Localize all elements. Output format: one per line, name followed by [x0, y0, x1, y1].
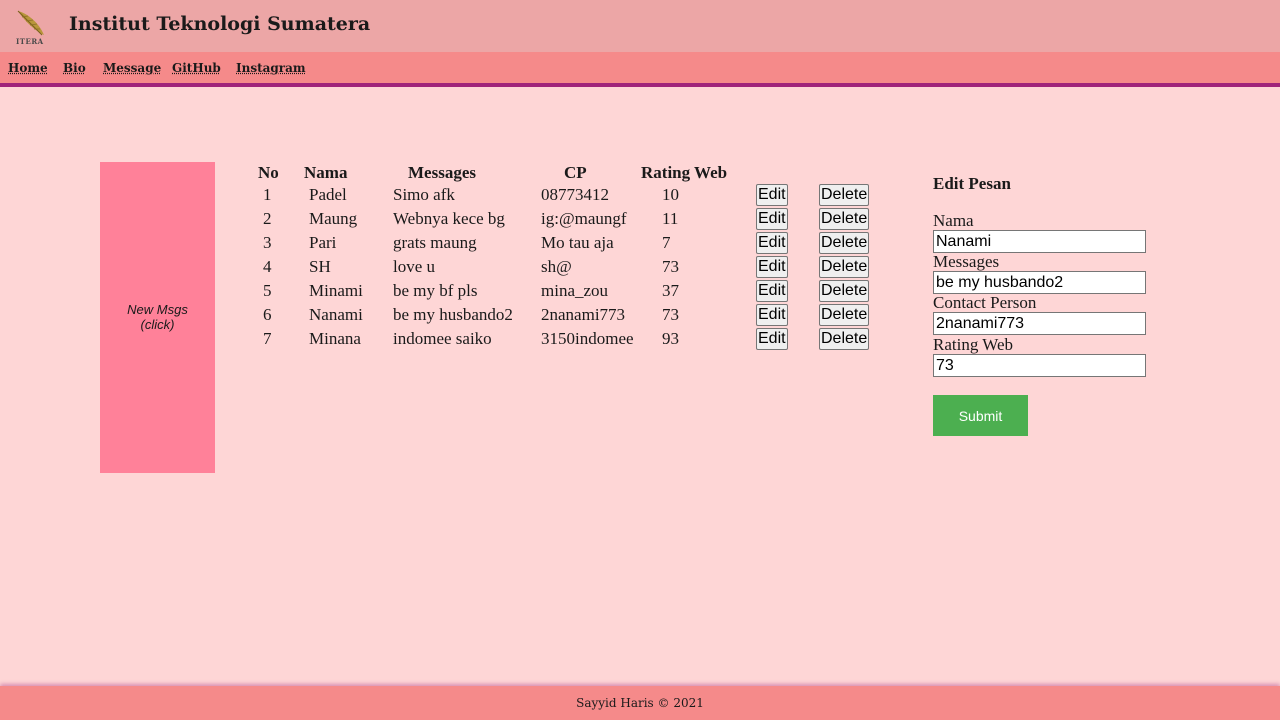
edit-button[interactable]: Edit [756, 184, 788, 206]
edit-button[interactable]: Edit [756, 208, 788, 230]
cell-nama: Pari [309, 233, 337, 252]
cell-no: 6 [263, 305, 272, 324]
nama-input[interactable] [933, 230, 1146, 253]
cell-cp: 3150indomee [541, 329, 634, 348]
cell-rating: 10 [662, 185, 679, 204]
delete-button[interactable]: Delete [819, 328, 870, 350]
nav-message[interactable]: Message [103, 61, 161, 75]
cell-message: love u [393, 257, 436, 276]
new-msgs-line1: New Msgs [127, 302, 188, 317]
cell-no: 5 [263, 281, 272, 300]
cell-rating: 7 [662, 233, 671, 252]
header-nama: Nama [304, 163, 348, 182]
form-title: Edit Pesan [933, 174, 1011, 193]
site-header: ITERA Institut Teknologi Sumatera [0, 0, 1280, 52]
cell-no: 1 [263, 185, 272, 204]
cell-rating: 93 [662, 329, 679, 348]
cell-cp: 2nanami773 [541, 305, 626, 324]
cell-cp: Mo tau aja [541, 233, 614, 252]
header-messages: Messages [408, 163, 476, 182]
new-msgs-line2: (click) [140, 317, 175, 332]
cell-nama: Padel [309, 185, 347, 204]
delete-button[interactable]: Delete [819, 184, 870, 206]
delete-button[interactable]: Delete [819, 256, 870, 278]
feather-icon [17, 10, 44, 36]
nav-home[interactable]: Home [8, 61, 48, 75]
cell-nama: Maung [309, 209, 358, 228]
site-title: Institut Teknologi Sumatera [69, 13, 371, 35]
delete-button[interactable]: Delete [819, 208, 870, 230]
cp-label: Contact Person [933, 293, 1037, 312]
cell-message: be my bf pls [393, 281, 478, 300]
new-msgs-label: New Msgs (click) [100, 302, 215, 332]
submit-button[interactable]: Submit [933, 395, 1028, 436]
cell-rating: 73 [662, 257, 679, 276]
cell-no: 2 [263, 209, 272, 228]
footer: Sayyid Haris © 2021 [0, 686, 1280, 720]
edit-button[interactable]: Edit [756, 256, 788, 278]
cell-message: indomee saiko [393, 329, 492, 348]
rating-input[interactable] [933, 354, 1146, 377]
cell-rating: 11 [662, 209, 679, 228]
header-rating: Rating Web [641, 163, 728, 182]
cell-message: Simo afk [393, 185, 455, 204]
messages-input[interactable] [933, 271, 1146, 294]
cell-nama: SH [309, 257, 331, 276]
cell-nama: Minana [309, 329, 361, 348]
cell-nama: Nanami [309, 305, 363, 324]
delete-button[interactable]: Delete [819, 280, 870, 302]
cell-no: 7 [263, 329, 272, 348]
cp-input[interactable] [933, 312, 1146, 335]
rating-label: Rating Web [933, 335, 1014, 354]
cell-cp: sh@ [541, 257, 572, 276]
footer-text: Sayyid Haris © 2021 [576, 696, 704, 710]
logo-text: ITERA [16, 37, 44, 46]
new-msgs-box[interactable]: New Msgs (click) [100, 162, 215, 473]
nav-bio[interactable]: Bio [63, 61, 86, 75]
nav-github[interactable]: GitHub [172, 61, 221, 75]
edit-button[interactable]: Edit [756, 280, 788, 302]
nama-label: Nama [933, 211, 974, 230]
cell-nama: Minami [309, 281, 363, 300]
edit-button[interactable]: Edit [756, 232, 788, 254]
cell-cp: mina_zou [541, 281, 609, 300]
cell-message: Webnya kece bg [393, 209, 505, 228]
nav-instagram[interactable]: Instagram [236, 61, 306, 75]
delete-button[interactable]: Delete [819, 304, 870, 326]
cell-message: be my husbando2 [393, 305, 513, 324]
edit-button[interactable]: Edit [756, 304, 788, 326]
cell-no: 3 [263, 233, 272, 252]
cell-rating: 73 [662, 305, 679, 324]
edit-button[interactable]: Edit [756, 328, 788, 350]
messages-label: Messages [933, 252, 1000, 271]
header-cp: CP [564, 163, 587, 182]
cell-rating: 37 [662, 281, 679, 300]
cell-message: grats maung [393, 233, 477, 252]
delete-button[interactable]: Delete [819, 232, 870, 254]
nav-bar: Home Bio Message GitHub Instagram [0, 52, 1280, 87]
cell-cp: ig:@maungf [541, 209, 627, 228]
cell-cp: 08773412 [541, 185, 609, 204]
header-no: No [258, 163, 279, 182]
cell-no: 4 [263, 257, 272, 276]
